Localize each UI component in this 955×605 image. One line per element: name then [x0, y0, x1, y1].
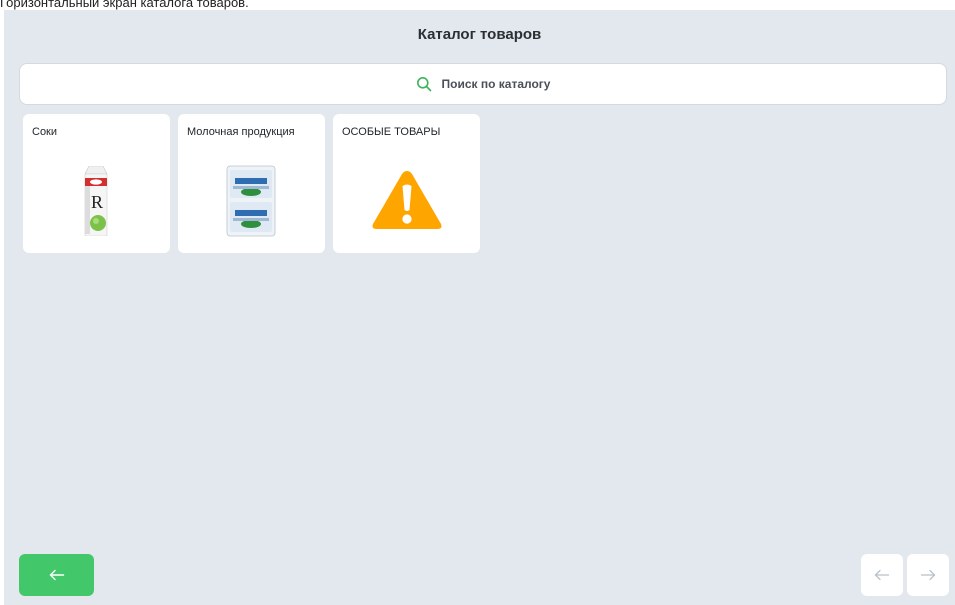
category-card-special[interactable]: ОСОБЫЕ ТОВАРЫ [333, 114, 480, 253]
search-placeholder: Поиск по каталогу [441, 77, 551, 91]
warning-icon [372, 171, 442, 229]
search-icon [416, 77, 431, 92]
category-card-juices[interactable]: Соки R [23, 114, 170, 253]
category-label: ОСОБЫЕ ТОВАРЫ [342, 126, 441, 138]
prev-page-button[interactable] [861, 554, 903, 596]
category-label: Соки [32, 126, 58, 138]
arrow-right-icon [920, 569, 936, 581]
page-title: Каталог товаров [417, 26, 542, 43]
juice-carton-icon: R [84, 166, 108, 236]
next-page-button[interactable] [907, 554, 949, 596]
svg-text:R: R [91, 192, 103, 212]
category-card-dairy[interactable]: Молочная продукция [178, 114, 325, 253]
arrow-left-icon [49, 569, 64, 581]
catalog-screen: Каталог товаров Поиск по каталогу Соки R [4, 10, 955, 605]
arrow-left-icon [874, 569, 890, 581]
search-input[interactable]: Поиск по каталогу [19, 63, 947, 105]
page-caption: Горизонтальный экран каталога товаров. [0, 0, 249, 10]
back-button[interactable] [19, 554, 94, 596]
category-label: Молочная продукция [187, 126, 295, 138]
dairy-package-icon [226, 165, 276, 237]
